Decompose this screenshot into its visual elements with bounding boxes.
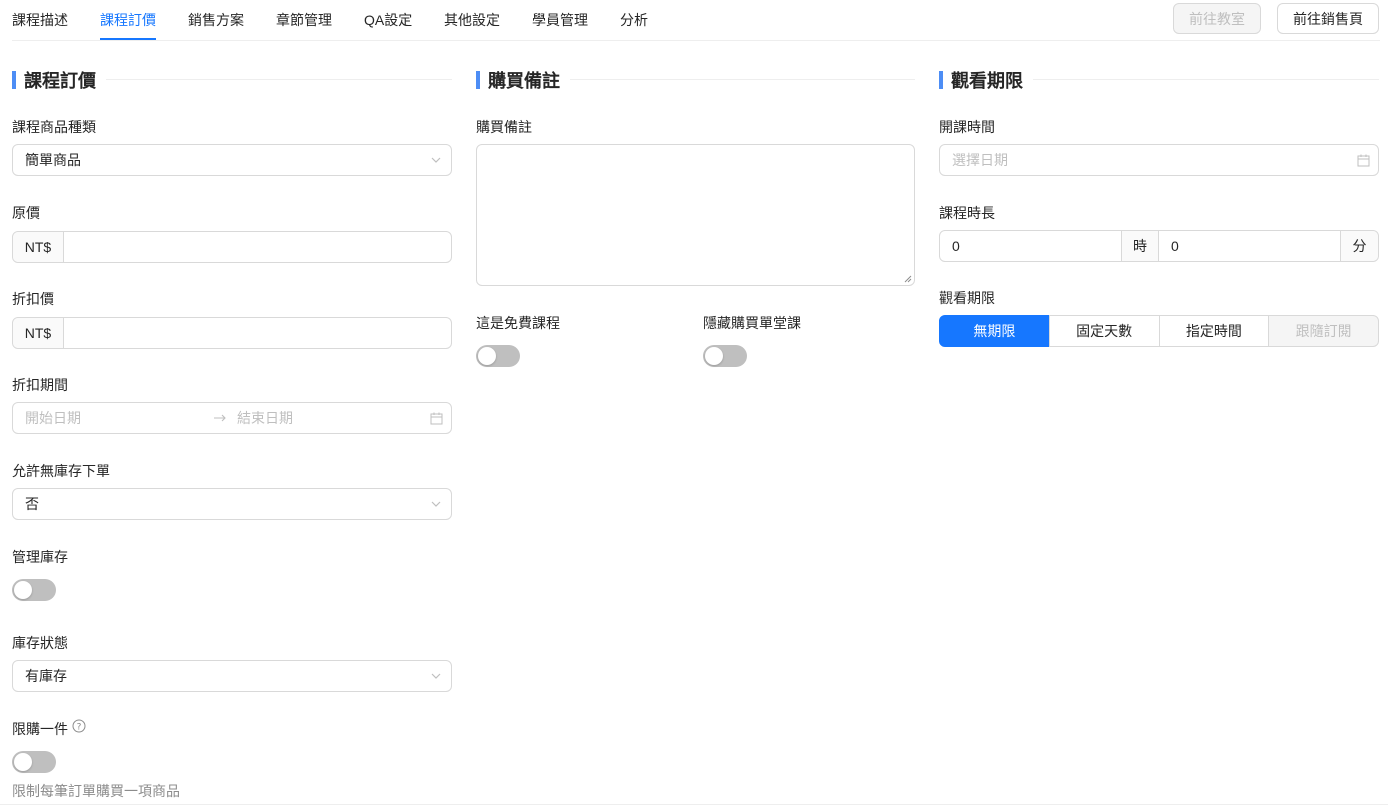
switch-knob: [478, 347, 496, 365]
course-start-time-label: 開課時間: [939, 119, 995, 135]
hide-single-purchase-switch[interactable]: [703, 345, 747, 367]
calendar-icon: [421, 403, 451, 433]
limit-one-help-text: 限制每筆訂單購買一項商品: [12, 783, 180, 799]
section-accent-bar: [476, 70, 480, 89]
purchase-note-textarea[interactable]: [476, 144, 915, 286]
tab-qa-settings[interactable]: QA設定: [364, 10, 412, 30]
access-limit-label: 觀看期限: [939, 290, 995, 306]
go-sales-page-button[interactable]: 前往銷售頁: [1277, 3, 1379, 34]
course-start-date-placeholder: 選擇日期: [952, 152, 1008, 168]
chevron-down-icon: [421, 661, 451, 691]
original-price-label: 原價: [12, 205, 40, 221]
product-type-select[interactable]: 簡單商品: [12, 144, 452, 176]
switch-knob: [705, 347, 723, 365]
active-tab-indicator: [100, 38, 156, 40]
section-divider: [1033, 79, 1379, 80]
sale-price-input[interactable]: NT$: [12, 317, 452, 349]
course-duration-label: 課程時長: [939, 205, 995, 221]
section-divider: [106, 79, 452, 80]
product-type-value: 簡單商品: [25, 152, 81, 168]
pricing-section-heading: 課程訂價: [24, 70, 96, 91]
svg-text:?: ?: [77, 723, 82, 733]
access-section-heading: 觀看期限: [951, 70, 1023, 91]
section-divider: [570, 79, 915, 80]
section-accent-bar: [939, 70, 943, 89]
tab-course-pricing[interactable]: 課程訂價: [100, 10, 156, 30]
original-price-input[interactable]: NT$: [12, 231, 452, 263]
purchase-note-section-title: 購買備註: [476, 70, 915, 91]
access-option-follow-subscription[interactable]: 跟隨訂閱: [1268, 315, 1379, 347]
switch-knob: [14, 581, 32, 599]
sale-period-label: 折扣期間: [12, 377, 68, 393]
calendar-icon: [1348, 145, 1378, 175]
duration-hours-input[interactable]: 0 時: [939, 230, 1159, 262]
tab-bar: 課程描述 課程訂價 銷售方案 章節管理 QA設定 其他設定 學員管理 分析 前往…: [12, 0, 1380, 41]
end-date-input[interactable]: 結束日期: [235, 408, 421, 428]
tab-student-management[interactable]: 學員管理: [532, 10, 588, 30]
manage-stock-label: 管理庫存: [12, 549, 68, 565]
access-limit-segmented: 無期限 固定天數 指定時間 跟隨訂閱: [939, 315, 1379, 347]
course-start-date-picker[interactable]: 選擇日期: [939, 144, 1379, 176]
access-option-fixed-days[interactable]: 固定天數: [1048, 315, 1160, 347]
section-accent-bar: [12, 70, 16, 89]
sale-period-range-picker[interactable]: 開始日期 結束日期: [12, 402, 452, 434]
access-option-specific-time[interactable]: 指定時間: [1158, 315, 1270, 347]
duration-minutes-input[interactable]: 0 分: [1158, 230, 1379, 262]
question-circle-icon[interactable]: ?: [72, 719, 86, 733]
tab-other-settings[interactable]: 其他設定: [444, 10, 500, 30]
backorders-select[interactable]: 否: [12, 488, 452, 520]
limit-one-switch[interactable]: [12, 751, 56, 773]
switch-knob: [14, 753, 32, 771]
hours-unit-addon: 時: [1121, 231, 1158, 261]
duration-minutes-value: 0: [1171, 238, 1179, 254]
chevron-down-icon: [421, 145, 451, 175]
go-classroom-button[interactable]: 前往教室: [1173, 3, 1261, 34]
hide-single-purchase-label: 隱藏購買單堂課: [703, 315, 801, 331]
currency-addon: NT$: [13, 318, 64, 348]
tab-chapter-management[interactable]: 章節管理: [276, 10, 332, 30]
access-option-unlimited[interactable]: 無期限: [939, 315, 1050, 347]
backorders-value: 否: [25, 496, 39, 512]
chevron-down-icon: [421, 489, 451, 519]
backorders-label: 允許無庫存下單: [12, 463, 110, 479]
sale-price-label: 折扣價: [12, 291, 54, 307]
resize-handle-icon[interactable]: [904, 275, 912, 283]
pricing-section-title: 課程訂價: [12, 70, 452, 91]
tab-course-description[interactable]: 課程描述: [12, 10, 68, 30]
purchase-note-label: 購買備註: [476, 119, 532, 135]
tab-sales-plans[interactable]: 銷售方案: [188, 10, 244, 30]
access-section-title: 觀看期限: [939, 70, 1379, 91]
bottom-divider: [0, 804, 1388, 805]
limit-one-label: 限購一件: [12, 721, 68, 737]
currency-addon: NT$: [13, 232, 64, 262]
start-date-input[interactable]: 開始日期: [13, 408, 213, 428]
stock-status-value: 有庫存: [25, 668, 67, 684]
free-course-switch[interactable]: [476, 345, 520, 367]
free-course-label: 這是免費課程: [476, 315, 560, 331]
manage-stock-switch[interactable]: [12, 579, 56, 601]
arrow-right-icon: [213, 413, 235, 423]
tab-analytics[interactable]: 分析: [620, 10, 648, 30]
stock-status-label: 庫存狀態: [12, 635, 68, 651]
minutes-unit-addon: 分: [1340, 231, 1378, 261]
product-type-label: 課程商品種類: [12, 119, 96, 135]
purchase-note-section-heading: 購買備註: [488, 70, 560, 91]
stock-status-select[interactable]: 有庫存: [12, 660, 452, 692]
duration-hours-value: 0: [952, 238, 960, 254]
